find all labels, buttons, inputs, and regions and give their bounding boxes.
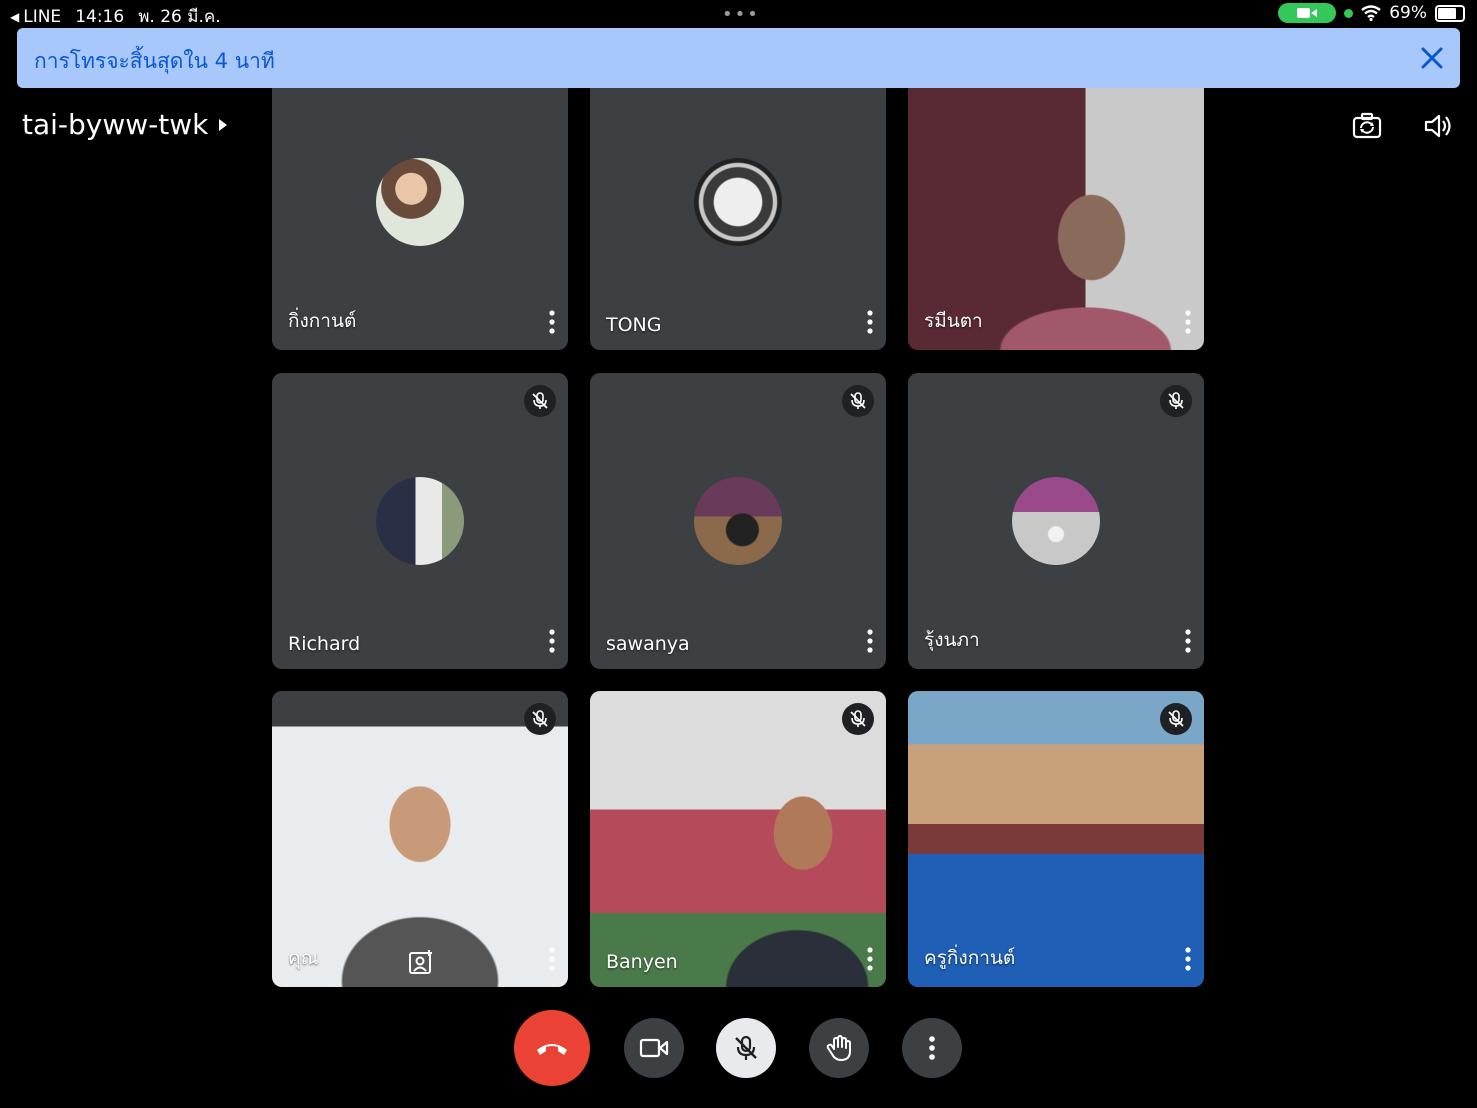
more-options-icon	[929, 1036, 935, 1060]
participant-name: คุณ	[288, 947, 319, 969]
date: พ. 26 มี.ค.	[138, 7, 221, 27]
microphone-toggle-button[interactable]	[716, 1018, 776, 1078]
mic-off-icon	[532, 710, 548, 727]
meeting-code: tai-byww-twk	[22, 108, 209, 141]
more-options-icon[interactable]	[862, 308, 878, 336]
raise-hand-icon	[826, 1035, 851, 1061]
back-arrow-icon: ◀	[10, 9, 20, 24]
mic-off-icon	[1168, 710, 1184, 727]
muted-indicator	[842, 703, 874, 735]
participant-tile[interactable]: กิ่งกานต์	[272, 54, 568, 350]
mic-off-icon	[532, 392, 548, 409]
more-options-icon[interactable]	[544, 627, 560, 655]
effects-portrait-icon[interactable]	[408, 949, 434, 975]
video-feed	[590, 691, 886, 987]
mic-off-icon	[735, 1035, 757, 1060]
more-options-icon[interactable]	[862, 627, 878, 655]
avatar	[376, 158, 464, 246]
participant-name: ครูกิ่งกานต์	[924, 947, 1016, 969]
mic-in-use-dot	[1344, 8, 1354, 18]
multitasking-dots-icon[interactable]: •••	[722, 4, 760, 25]
more-options-icon[interactable]	[544, 308, 560, 336]
more-options-icon[interactable]	[1180, 945, 1196, 973]
muted-indicator	[842, 385, 874, 417]
more-options-icon[interactable]	[1180, 627, 1196, 655]
video-camera-icon	[1297, 8, 1318, 18]
meeting-code-button[interactable]: tai-byww-twk	[22, 108, 228, 141]
participant-name: รมีนตา	[924, 310, 983, 332]
avatar	[694, 477, 782, 565]
mic-off-icon	[850, 392, 866, 409]
participant-name: Banyen	[606, 951, 678, 973]
speaker-icon[interactable]	[1422, 110, 1454, 142]
more-options-button[interactable]	[902, 1018, 962, 1078]
avatar	[376, 477, 464, 565]
end-call-button[interactable]	[514, 1010, 590, 1086]
muted-indicator	[1160, 385, 1192, 417]
participant-tile[interactable]: sawanya	[590, 373, 886, 669]
close-icon[interactable]	[1418, 44, 1446, 72]
muted-indicator	[1160, 703, 1192, 735]
participant-name: TONG	[606, 314, 662, 336]
banner-text: การโทรจะสิ้นสุดใน 4 นาที	[34, 49, 275, 73]
camera-in-use-indicator	[1278, 3, 1337, 23]
chevron-right-icon	[219, 118, 228, 131]
more-options-icon[interactable]	[544, 945, 560, 973]
more-options-icon[interactable]	[1180, 308, 1196, 336]
participant-tile[interactable]: รุ้งนภา	[908, 373, 1204, 669]
participant-name: Richard	[288, 633, 361, 655]
battery-icon	[1435, 4, 1465, 22]
status-bar: ◀ LINE 14:16 พ. 26 มี.ค. ••• 69%	[0, 0, 1477, 28]
muted-indicator	[524, 703, 556, 735]
wifi-icon	[1361, 5, 1381, 21]
switch-camera-icon[interactable]	[1351, 110, 1383, 142]
back-app-label: LINE	[23, 6, 62, 27]
participant-name: sawanya	[606, 633, 690, 655]
raise-hand-button[interactable]	[809, 1018, 869, 1078]
battery-percent: 69%	[1389, 3, 1427, 23]
participant-tile[interactable]: รมีนตา	[908, 54, 1204, 350]
mic-off-icon	[1168, 392, 1184, 409]
avatar	[1012, 477, 1100, 565]
muted-indicator	[524, 385, 556, 417]
participant-tile[interactable]: Richard	[272, 373, 568, 669]
participant-tile[interactable]: Banyen	[590, 691, 886, 987]
call-ending-banner: การโทรจะสิ้นสุดใน 4 นาที	[17, 28, 1460, 88]
more-options-icon[interactable]	[862, 945, 878, 973]
clock: 14:16	[75, 6, 125, 27]
back-to-line[interactable]: ◀ LINE	[10, 7, 61, 27]
participant-tile[interactable]: TONG	[590, 54, 886, 350]
participant-tile[interactable]: ครูกิ่งกานต์	[908, 691, 1204, 987]
participant-tile-self[interactable]: คุณ	[272, 691, 568, 987]
video-camera-icon	[639, 1038, 669, 1058]
mic-off-icon	[850, 710, 866, 727]
camera-toggle-button[interactable]	[624, 1018, 684, 1078]
participant-name: กิ่งกานต์	[288, 310, 357, 332]
avatar	[694, 158, 782, 246]
end-call-icon	[537, 1044, 567, 1055]
participant-name: รุ้งนภา	[924, 629, 980, 651]
